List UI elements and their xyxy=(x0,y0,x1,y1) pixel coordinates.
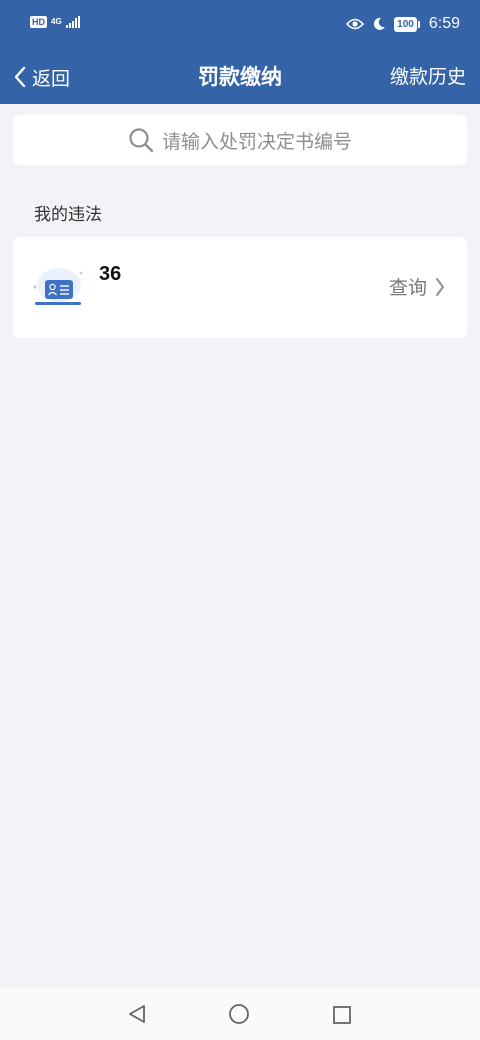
moon-icon xyxy=(374,17,386,30)
search-input[interactable]: 请输入处罚决定书编号 xyxy=(13,115,467,165)
query-label: 查询 xyxy=(388,277,427,299)
triangle-back-icon xyxy=(129,1005,145,1023)
eye-icon xyxy=(346,18,365,30)
status-bar: HD 4G 100 6:59 xyxy=(0,0,480,52)
id-card-icon xyxy=(33,268,83,305)
clock: 6:59 xyxy=(428,15,460,32)
signal-icon xyxy=(65,16,80,28)
system-recents-button[interactable] xyxy=(332,1005,352,1029)
network-label: 4G xyxy=(51,17,62,26)
status-right: 100 6:59 xyxy=(346,15,460,33)
app-header: HD 4G 100 6:59 返回 罚款缴纳 缴款历史 xyxy=(0,0,480,104)
section-title-my-violations: 我的违法 xyxy=(34,205,102,225)
payment-history-button[interactable]: 缴款历史 xyxy=(390,62,466,92)
system-back-button[interactable] xyxy=(126,1003,148,1029)
square-recents-icon xyxy=(333,1006,351,1024)
navigation-bar: 返回 罚款缴纳 缴款历史 xyxy=(0,52,480,104)
violation-card[interactable]: 36 查询 xyxy=(13,237,467,338)
hd-badge: HD xyxy=(30,16,47,28)
search-icon xyxy=(129,128,154,153)
system-navigation-bar xyxy=(0,988,480,1040)
battery-indicator: 100 xyxy=(394,16,420,32)
query-action[interactable]: 查询 xyxy=(389,273,445,300)
circle-home-icon xyxy=(229,1004,249,1024)
violation-number: 36 xyxy=(99,263,122,285)
system-home-button[interactable] xyxy=(228,1003,250,1029)
search-placeholder: 请输入处罚决定书编号 xyxy=(161,130,352,153)
status-left: HD 4G xyxy=(30,16,80,28)
chevron-right-icon xyxy=(436,277,444,296)
